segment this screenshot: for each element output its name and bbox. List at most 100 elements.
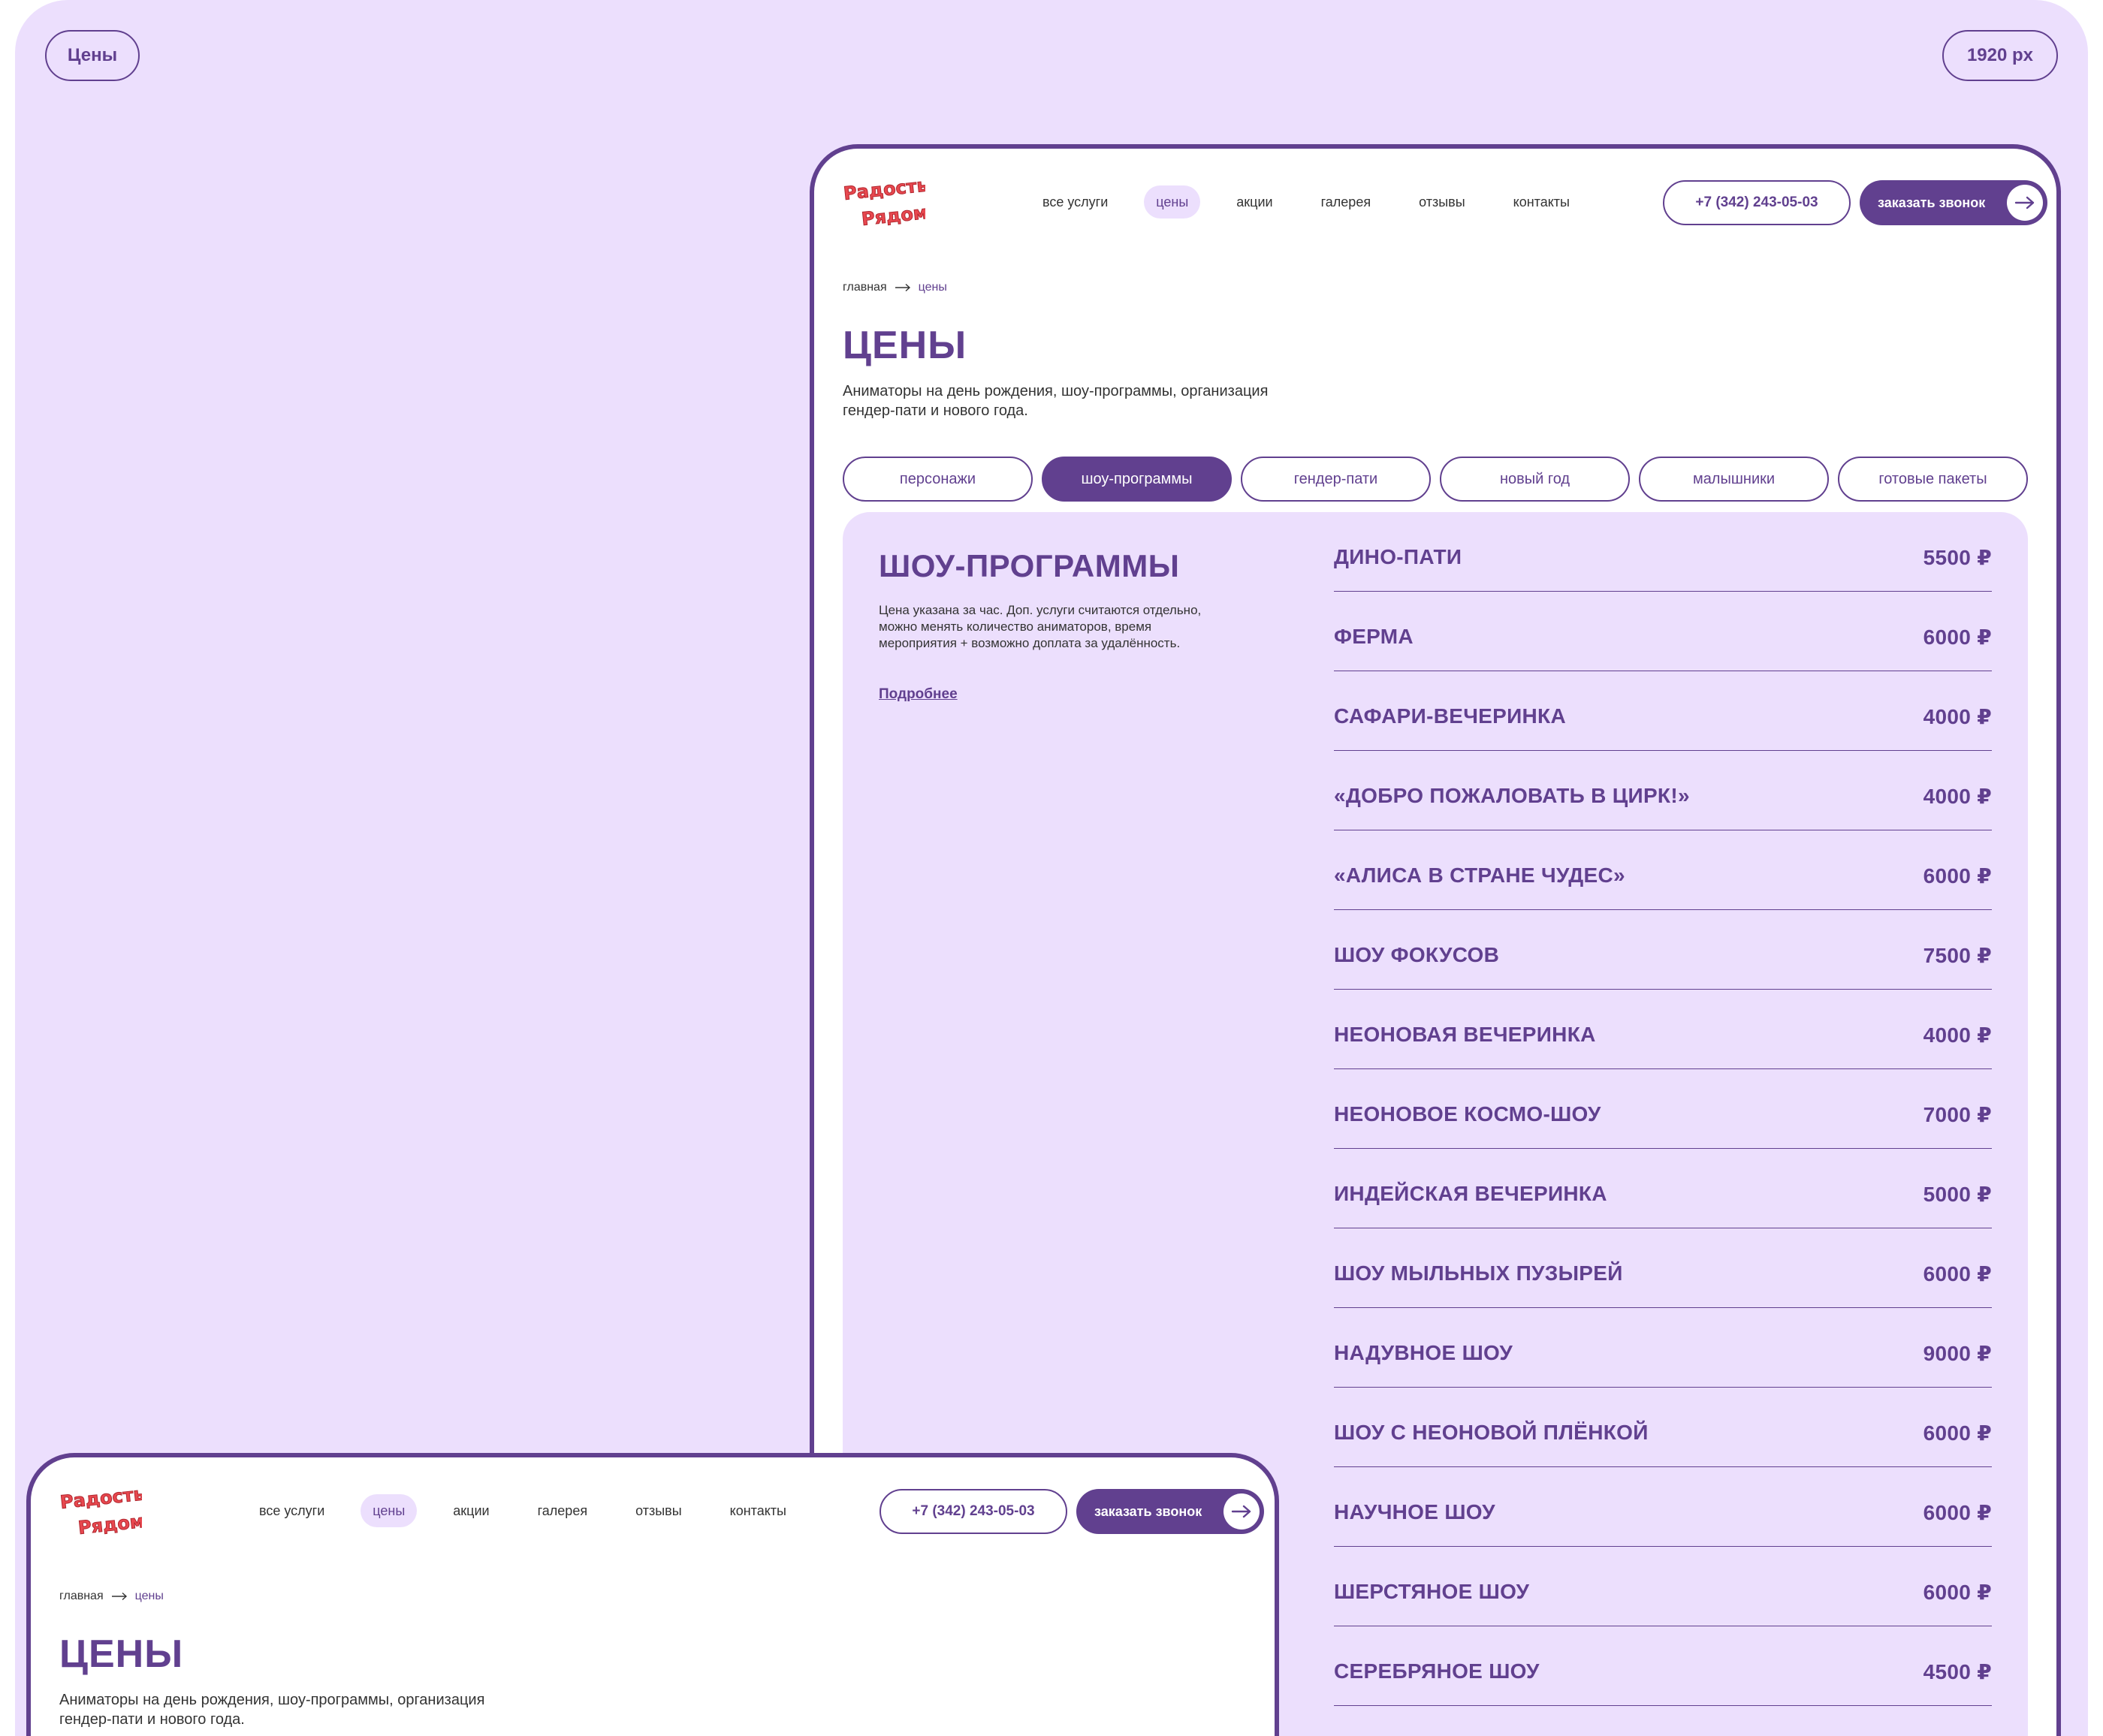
price-name: «АЛИСА В СТРАНЕ ЧУДЕС» [1334, 863, 1625, 887]
price-value: 4000 ₽ [1923, 705, 1992, 728]
price-value: 6000 ₽ [1923, 864, 1992, 888]
page-title: ЦЕНЫ [843, 324, 967, 367]
logo[interactable]: Радость Рядом [842, 174, 929, 231]
main-nav: все услуги цены акции галерея отзывы кон… [247, 1493, 798, 1528]
price-name: ШОУ С НЕОНОВОЙ ПЛЁНКОЙ [1334, 1421, 1649, 1444]
price-name: НЕОНОВАЯ ВЕЧЕРИНКА [1334, 1023, 1596, 1046]
nav-reviews[interactable]: отзывы [1407, 185, 1477, 219]
nav-gallery[interactable]: галерея [526, 1494, 599, 1527]
nav-promotions[interactable]: акции [1224, 185, 1284, 219]
price-row: ШОУ С НЕОНОВОЙ ПЛЁНКОЙ 6000 ₽ [1334, 1388, 1992, 1467]
phone-button[interactable]: +7 (342) 243-05-03 [880, 1489, 1067, 1534]
more-link[interactable]: Подробнее [879, 686, 958, 703]
page-subtitle: Аниматоры на день рождения, шоу-программ… [59, 1692, 485, 1728]
price-row: НАУЧНОЕ ШОУ 6000 ₽ [1334, 1467, 1992, 1547]
arrow-right-icon [111, 1592, 127, 1601]
price-value: 7500 ₽ [1923, 944, 1992, 967]
price-row: ИНДЕЙСКАЯ ВЕЧЕРИНКА 5000 ₽ [1334, 1149, 1992, 1228]
price-value: 5000 ₽ [1923, 1183, 1992, 1206]
logo-icon: Радость Рядом [842, 174, 929, 231]
price-list: ДИНО-ПАТИ 5500 ₽ ФЕРМА 6000 ₽ САФАРИ-ВЕЧЕР… [1334, 512, 1992, 1706]
panel-title: ШОУ-ПРОГРАММЫ [879, 548, 1180, 583]
price-row: НЕОНОВАЯ ВЕЧЕРИНКА 4000 ₽ [1334, 990, 1992, 1069]
price-row: ШОУ МЫЛЬНЫХ ПУЗЫРЕЙ 6000 ₽ [1334, 1228, 1992, 1308]
svg-text:Рядом: Рядом [861, 202, 925, 230]
svg-text:Радость: Радость [59, 1487, 142, 1513]
main-nav: все услуги цены акции галерея отзывы кон… [1030, 185, 1582, 219]
page-title: ЦЕНЫ [59, 1632, 184, 1676]
order-call-label: заказать звонок [1878, 195, 1986, 210]
breakpoint-label: 1920 px [1942, 30, 2058, 81]
category-tabs: персонажи шоу-программы гендер-пати новы… [843, 457, 2028, 502]
breadcrumb: главная цены [843, 281, 947, 294]
breadcrumb-current: цены [134, 1590, 164, 1602]
nav-all-services[interactable]: все услуги [1030, 185, 1120, 219]
price-name: СЕРЕБРЯНОЕ ШОУ [1334, 1659, 1540, 1683]
nav-prices[interactable]: цены [361, 1494, 418, 1527]
price-name: «ДОБРО ПОЖАЛОВАТЬ В ЦИРК!» [1334, 784, 1690, 807]
breadcrumb-home[interactable]: главная [59, 1590, 104, 1603]
nav-contacts[interactable]: контакты [718, 1494, 798, 1527]
price-name: НАУЧНОЕ ШОУ [1334, 1500, 1495, 1524]
tab-show-programs[interactable]: шоу-программы [1042, 457, 1232, 502]
price-row: ШОУ ФОКУСОВ 7500 ₽ [1334, 910, 1992, 990]
price-name: ШОУ МЫЛЬНЫХ ПУЗЫРЕЙ [1334, 1261, 1623, 1285]
price-name: ШОУ ФОКУСОВ [1334, 943, 1500, 966]
price-value: 7000 ₽ [1923, 1103, 1992, 1126]
price-value: 6000 ₽ [1923, 625, 1992, 649]
nav-all-services[interactable]: все услуги [247, 1494, 336, 1527]
tab-gender-party[interactable]: гендер-пати [1241, 457, 1431, 502]
tab-toddlers[interactable]: малышники [1639, 457, 1829, 502]
price-row: ШЕРСТЯНОЕ ШОУ 6000 ₽ [1334, 1547, 1992, 1626]
price-value: 4000 ₽ [1923, 1023, 1992, 1047]
price-name: НЕОНОВОЕ КОСМО-ШОУ [1334, 1102, 1601, 1126]
page-subtitle: Аниматоры на день рождения, шоу-программ… [843, 383, 1269, 419]
arrow-right-icon [1223, 1493, 1260, 1530]
price-value: 4000 ₽ [1923, 785, 1992, 808]
price-value: 4500 ₽ [1923, 1660, 1992, 1683]
price-value: 5500 ₽ [1923, 546, 1992, 569]
logo[interactable]: Радость Рядом [59, 1483, 146, 1540]
section-label: Цены [45, 30, 140, 81]
phone-button[interactable]: +7 (342) 243-05-03 [1663, 180, 1851, 225]
nav-reviews[interactable]: отзывы [623, 1494, 694, 1527]
price-row: СЕРЕБРЯНОЕ ШОУ 4500 ₽ [1334, 1626, 1992, 1706]
nav-prices[interactable]: цены [1144, 185, 1201, 219]
order-call-button[interactable]: заказать звонок [1076, 1489, 1264, 1534]
arrow-right-icon [2007, 185, 2043, 221]
order-call-label: заказать звонок [1094, 1504, 1202, 1519]
price-value: 9000 ₽ [1923, 1342, 1992, 1365]
svg-text:Рядом: Рядом [77, 1511, 142, 1539]
tab-characters[interactable]: персонажи [843, 457, 1033, 502]
price-name: ИНДЕЙСКАЯ ВЕЧЕРИНКА [1334, 1182, 1607, 1205]
logo-icon: Радость Рядом [59, 1483, 146, 1539]
price-value: 6000 ₽ [1923, 1581, 1992, 1604]
breadcrumb: главная цены [59, 1590, 164, 1603]
price-row: САФАРИ-ВЕЧЕРИНКА 4000 ₽ [1334, 671, 1992, 751]
price-value: 6000 ₽ [1923, 1262, 1992, 1285]
price-row: НЕОНОВОЕ КОСМО-ШОУ 7000 ₽ [1334, 1069, 1992, 1149]
tab-new-year[interactable]: новый год [1440, 457, 1630, 502]
price-row: ДИНО-ПАТИ 5500 ₽ [1334, 512, 1992, 592]
nav-promotions[interactable]: акции [441, 1494, 501, 1527]
price-row: ФЕРМА 6000 ₽ [1334, 592, 1992, 671]
price-row: НАДУВНОЕ ШОУ 9000 ₽ [1334, 1308, 1992, 1388]
nav-gallery[interactable]: галерея [1309, 185, 1383, 219]
price-name: НАДУВНОЕ ШОУ [1334, 1341, 1513, 1364]
price-value: 6000 ₽ [1923, 1421, 1992, 1445]
price-name: ДИНО-ПАТИ [1334, 545, 1462, 568]
nav-contacts[interactable]: контакты [1501, 185, 1582, 219]
panel-description: Цена указана за час. Доп. услуги считают… [879, 603, 1202, 650]
price-name: ШЕРСТЯНОЕ ШОУ [1334, 1580, 1530, 1603]
breadcrumb-current: цены [918, 281, 947, 294]
tab-ready-packages[interactable]: готовые пакеты [1838, 457, 2028, 502]
secondary-frame: Радость Рядом все услуги цены акции гале… [26, 1453, 1279, 1736]
price-row: «АЛИСА В СТРАНЕ ЧУДЕС» 6000 ₽ [1334, 830, 1992, 910]
price-name: САФАРИ-ВЕЧЕРИНКА [1334, 704, 1566, 728]
arrow-right-icon [895, 283, 910, 292]
price-value: 6000 ₽ [1923, 1501, 1992, 1524]
price-name: ФЕРМА [1334, 625, 1414, 648]
breadcrumb-home[interactable]: главная [843, 281, 887, 294]
svg-text:Радость: Радость [843, 179, 925, 204]
order-call-button[interactable]: заказать звонок [1860, 180, 2047, 225]
